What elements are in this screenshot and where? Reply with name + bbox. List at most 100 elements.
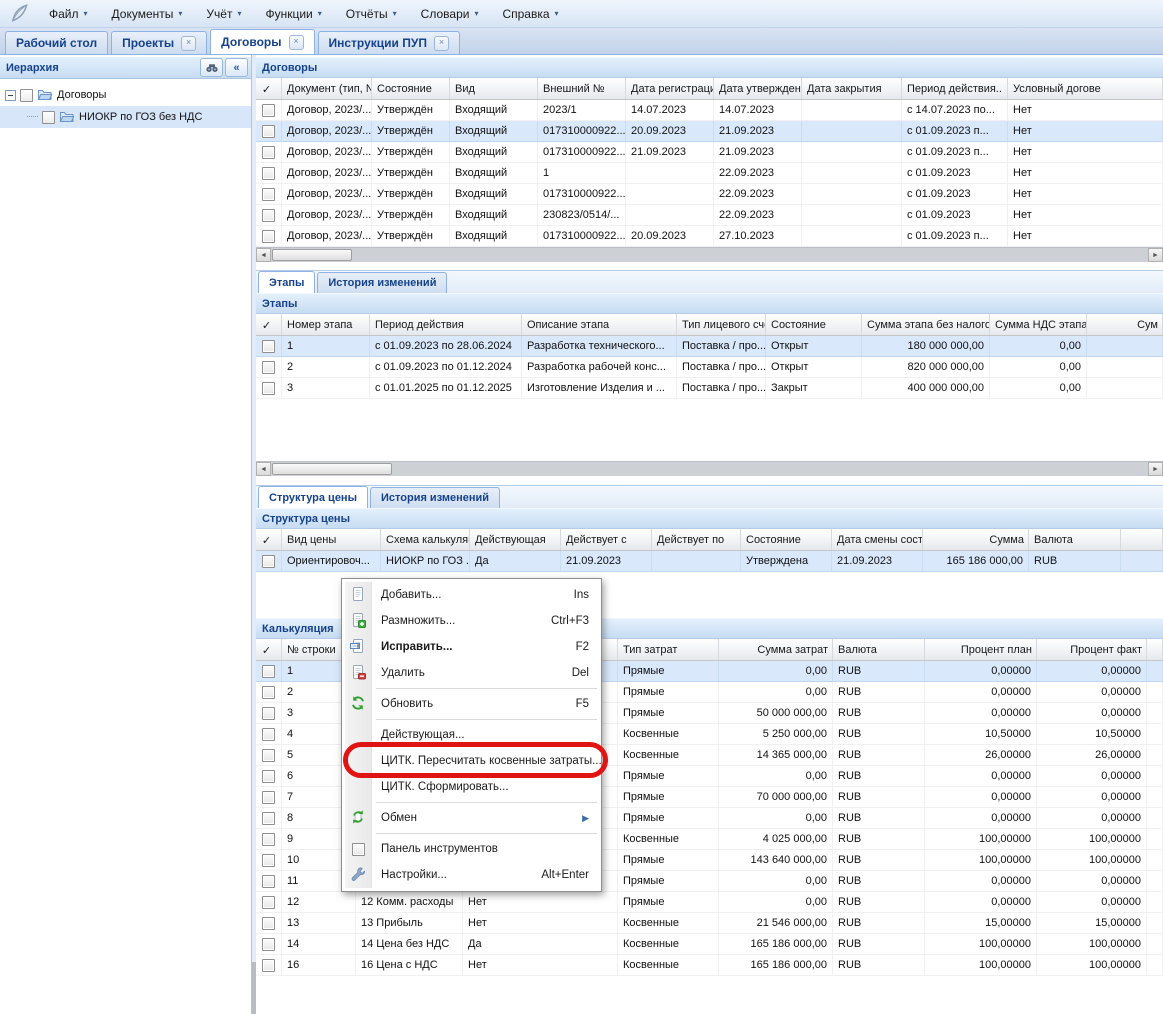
menubar-item[interactable]: Справка▾ — [492, 3, 568, 25]
table-row[interactable]: 1414 Цена без НДСДаКосвенные165 186 000,… — [256, 934, 1163, 955]
scroll-left-arrow[interactable]: ◄ — [256, 248, 271, 262]
menu-item[interactable]: Исправить...F2 — [345, 634, 598, 660]
scrollbar-thumb[interactable] — [272, 249, 352, 261]
tab-История изменений[interactable]: История изменений — [370, 487, 500, 508]
row-checkbox[interactable] — [256, 871, 282, 891]
column-header[interactable]: Состояние — [372, 78, 450, 99]
horizontal-scrollbar[interactable]: ◄► — [256, 461, 1163, 476]
scroll-right-arrow[interactable]: ► — [1148, 248, 1163, 262]
row-checkbox[interactable] — [256, 787, 282, 807]
menu-item[interactable]: Настройки...Alt+Enter — [345, 862, 598, 888]
table-row[interactable]: 1616 Цена с НДСНетКосвенные165 186 000,0… — [256, 955, 1163, 976]
column-header[interactable]: Сумма НДС этапа — [990, 314, 1087, 335]
column-header[interactable]: Сумма затрат — [719, 639, 833, 660]
table-row[interactable]: Ориентировоч...НИОКР по ГОЗ ...Да21.09.2… — [256, 551, 1163, 572]
table-row[interactable]: 2с 01.09.2023 по 01.12.2024Разработка ра… — [256, 357, 1163, 378]
row-checkbox[interactable] — [256, 934, 282, 954]
search-button[interactable] — [200, 58, 223, 77]
menu-item[interactable]: Обмен▶ — [345, 805, 598, 831]
column-header[interactable]: Вид цены — [282, 529, 381, 550]
scroll-left-arrow[interactable]: ◄ — [256, 462, 271, 476]
row-checkbox[interactable] — [256, 142, 282, 162]
column-header[interactable]: Дата закрытия — [802, 78, 902, 99]
menubar-item[interactable]: Учёт▾ — [196, 3, 251, 25]
select-all-column-header[interactable]: ✓ — [256, 314, 282, 335]
row-checkbox[interactable] — [256, 121, 282, 141]
column-header[interactable]: Дата регистрации. — [626, 78, 714, 99]
tab-Проекты[interactable]: Проекты× — [111, 31, 207, 54]
table-row[interactable]: Договор, 2023/...УтверждёнВходящий2023/1… — [256, 100, 1163, 121]
table-row[interactable]: Договор, 2023/...УтверждёнВходящий122.09… — [256, 163, 1163, 184]
column-header[interactable]: Состояние — [741, 529, 832, 550]
row-checkbox[interactable] — [256, 551, 282, 571]
select-all-column-header[interactable]: ✓ — [256, 639, 282, 660]
menubar-item[interactable]: Файл▾ — [39, 3, 98, 25]
column-header[interactable] — [1147, 639, 1163, 660]
menubar-item[interactable]: Отчёты▾ — [336, 3, 407, 25]
menu-item[interactable]: ЦИТК. Сформировать... — [345, 774, 598, 800]
row-checkbox[interactable] — [256, 378, 282, 398]
row-checkbox[interactable] — [256, 766, 282, 786]
menu-item[interactable]: Панель инструментов — [345, 836, 598, 862]
menubar-item[interactable]: Документы▾ — [102, 3, 193, 25]
column-header[interactable]: Дата утверждения — [714, 78, 802, 99]
row-checkbox[interactable] — [256, 745, 282, 765]
menubar-item[interactable]: Функции▾ — [255, 3, 331, 25]
menu-item[interactable]: ЦИТК. Пересчитать косвенные затраты... — [345, 748, 598, 774]
tab-Договоры[interactable]: Договоры× — [210, 29, 314, 54]
row-checkbox[interactable] — [256, 724, 282, 744]
column-header[interactable]: Процент план — [925, 639, 1037, 660]
menubar-item[interactable]: Словари▾ — [411, 3, 489, 25]
column-header[interactable]: Сумма этапа без налогов — [862, 314, 990, 335]
tree-expander[interactable] — [5, 90, 16, 101]
row-checkbox[interactable] — [256, 357, 282, 377]
tree-checkbox[interactable] — [42, 111, 55, 124]
row-checkbox[interactable] — [256, 205, 282, 225]
menu-item[interactable]: Добавить...Ins — [345, 582, 598, 608]
tab-Инструкции ПУП[interactable]: Инструкции ПУП× — [318, 31, 460, 54]
row-checkbox[interactable] — [256, 163, 282, 183]
row-checkbox[interactable] — [256, 336, 282, 356]
scrollbar-thumb[interactable] — [272, 463, 392, 475]
row-checkbox[interactable] — [256, 808, 282, 828]
column-header[interactable]: Схема калькуляци — [381, 529, 470, 550]
row-checkbox[interactable] — [256, 184, 282, 204]
column-header[interactable]: Вид — [450, 78, 538, 99]
menu-item[interactable]: ОбновитьF5 — [345, 691, 598, 717]
row-checkbox[interactable] — [256, 829, 282, 849]
tree-node[interactable]: НИОКР по ГОЗ без НДС — [0, 106, 251, 128]
column-header[interactable]: Описание этапа — [522, 314, 677, 335]
tab-История изменений[interactable]: История изменений — [317, 272, 447, 293]
column-header[interactable]: Документ (тип, № — [282, 78, 372, 99]
column-header[interactable]: Внешний № — [538, 78, 626, 99]
column-header[interactable]: Тип лицевого счёт — [677, 314, 766, 335]
table-row[interactable]: Договор, 2023/...УтверждёнВходящий017310… — [256, 142, 1163, 163]
table-row[interactable]: 1212 Комм. расходыНетПрямые0,00RUB0,0000… — [256, 892, 1163, 913]
tab-Рабочий стол[interactable]: Рабочий стол — [5, 31, 108, 54]
row-checkbox[interactable] — [256, 850, 282, 870]
column-header[interactable]: Действует с — [561, 529, 652, 550]
menu-item[interactable]: УдалитьDel — [345, 660, 598, 686]
column-header[interactable]: Период действия.. — [902, 78, 1008, 99]
column-header[interactable]: Процент факт — [1037, 639, 1147, 660]
table-row[interactable]: 1313 ПрибыльНетКосвенные21 546 000,00RUB… — [256, 913, 1163, 934]
column-header[interactable]: Тип затрат — [618, 639, 719, 660]
row-checkbox[interactable] — [256, 955, 282, 975]
tree-node[interactable]: Договоры — [0, 84, 251, 106]
row-checkbox[interactable] — [256, 682, 282, 702]
row-checkbox[interactable] — [256, 661, 282, 681]
table-row[interactable]: Договор, 2023/...УтверждёнВходящий017310… — [256, 226, 1163, 247]
column-header[interactable]: Номер этапа — [282, 314, 370, 335]
table-row[interactable]: Договор, 2023/...УтверждёнВходящий230823… — [256, 205, 1163, 226]
menu-item[interactable]: Действующая... — [345, 722, 598, 748]
column-header[interactable]: Действующая — [470, 529, 561, 550]
row-checkbox[interactable] — [256, 913, 282, 933]
close-icon[interactable]: × — [181, 36, 196, 51]
column-header[interactable]: Состояние — [766, 314, 862, 335]
column-header[interactable]: Валюта — [1029, 529, 1121, 550]
select-all-column-header[interactable]: ✓ — [256, 529, 282, 550]
column-header[interactable]: Дата смены состоя — [832, 529, 923, 550]
row-checkbox[interactable] — [256, 100, 282, 120]
column-header[interactable] — [1121, 529, 1163, 550]
table-row[interactable]: 1с 01.09.2023 по 28.06.2024Разработка те… — [256, 336, 1163, 357]
